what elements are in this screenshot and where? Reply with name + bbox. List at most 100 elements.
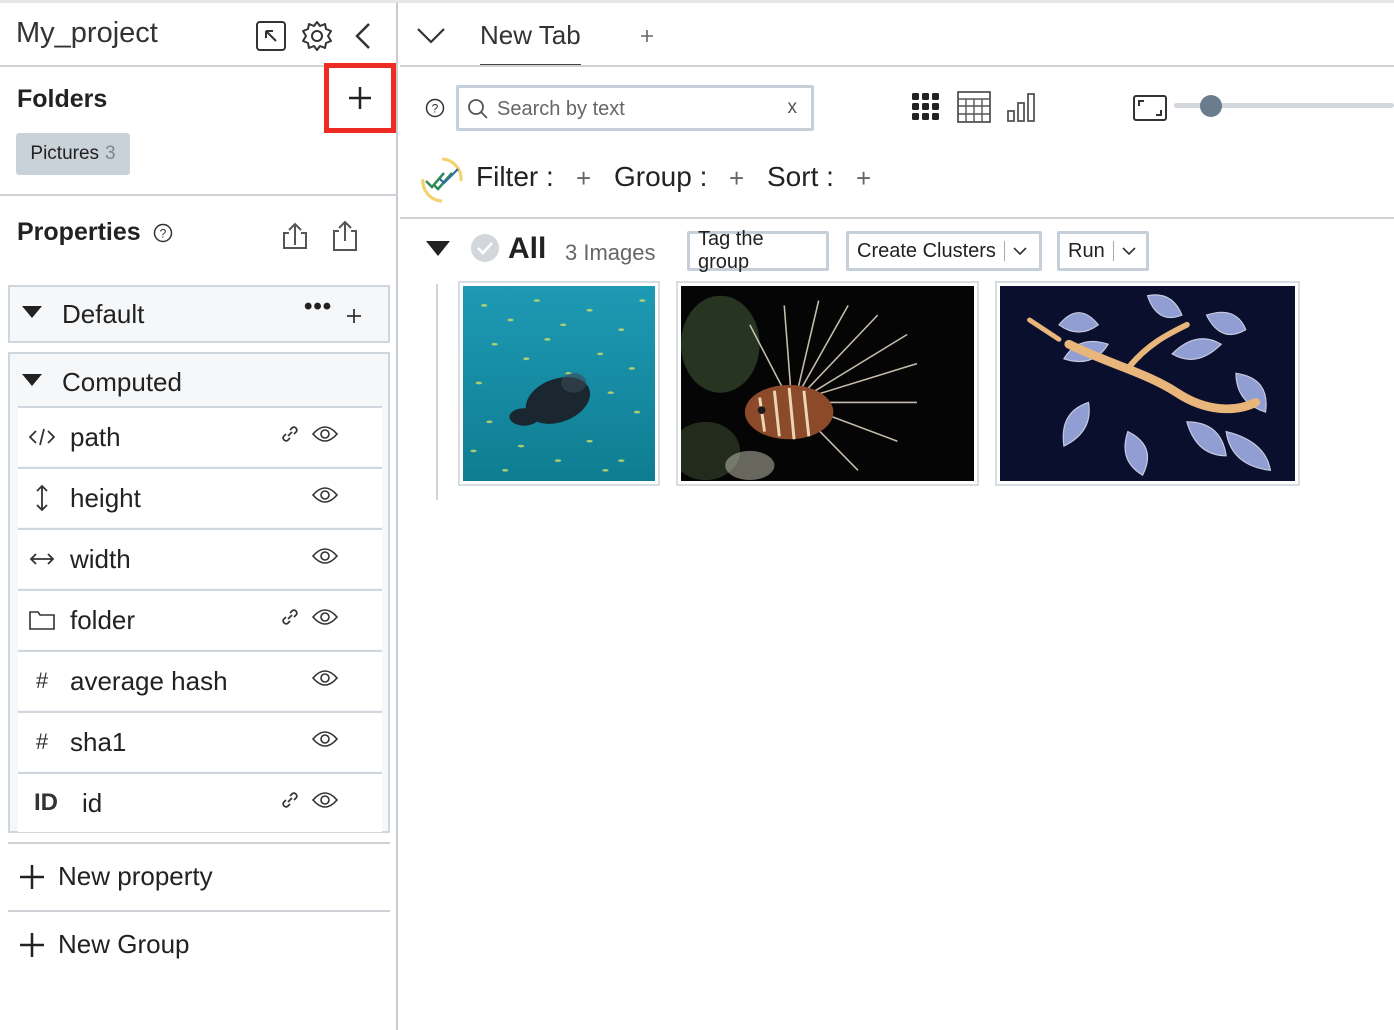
divider (400, 65, 1394, 67)
link-icon[interactable] (280, 607, 300, 632)
folder-chip-count: 3 (105, 143, 116, 164)
clear-search-button[interactable]: x (788, 97, 798, 119)
property-label: width (70, 544, 131, 574)
new-group-label: New Group (58, 929, 190, 959)
property-row-sha1[interactable]: # sha1 (18, 711, 382, 771)
folder-icon (28, 606, 56, 634)
chevron-down-icon[interactable] (1013, 246, 1027, 256)
property-group-computed[interactable]: Computed path height width folder # aver… (8, 352, 390, 833)
group-title: All (508, 232, 547, 265)
tab-new-tab[interactable]: New Tab (480, 20, 581, 51)
filter-refresh-icon[interactable] (420, 155, 464, 205)
project-title: My_project (16, 17, 158, 49)
fullscreen-icon[interactable] (1133, 95, 1167, 121)
add-group-icon[interactable]: + (729, 163, 744, 194)
property-label: average hash (70, 666, 228, 696)
group-label: Default (62, 299, 145, 329)
export-icon[interactable] (330, 219, 360, 253)
more-options-icon[interactable]: ••• (304, 293, 332, 321)
divider (400, 217, 1394, 219)
property-row-path[interactable]: path (18, 406, 382, 466)
properties-title: Properties (17, 218, 141, 246)
group-guide-line (436, 284, 438, 500)
tag-group-button[interactable]: Tag the group (687, 228, 829, 273)
sidebar: My_project Folders Pictures 3 Properties… (0, 3, 398, 1030)
collapse-sidebar-icon[interactable] (352, 20, 374, 52)
image-thumbnail-1[interactable] (458, 281, 660, 486)
eye-icon[interactable] (311, 791, 339, 814)
new-property-button[interactable]: New property (18, 861, 213, 892)
folder-chip-label: Pictures (30, 143, 100, 164)
grid-view-icon[interactable] (911, 92, 941, 122)
property-row-id[interactable]: ID id (18, 772, 382, 832)
eye-icon[interactable] (311, 669, 339, 692)
open-external-icon[interactable] (255, 20, 287, 52)
link-icon[interactable] (280, 790, 300, 815)
help-icon[interactable]: ? (425, 98, 445, 118)
link-icon[interactable] (280, 424, 300, 449)
property-row-height[interactable]: height (18, 467, 382, 527)
eye-icon[interactable] (311, 547, 339, 570)
create-clusters-button[interactable]: Create Clusters (846, 231, 1042, 271)
plus-icon (20, 864, 44, 889)
plus-icon (20, 932, 44, 957)
group-label[interactable]: Group : (614, 161, 707, 193)
table-view-icon[interactable] (957, 91, 991, 123)
eye-icon[interactable] (311, 730, 339, 753)
chevron-down-icon[interactable] (416, 27, 446, 45)
vertical-arrows-icon (28, 484, 56, 512)
image-thumbnail-3[interactable] (995, 281, 1300, 486)
eye-icon[interactable] (311, 608, 339, 631)
image-thumbnail-2[interactable] (671, 281, 979, 486)
divider (0, 194, 398, 196)
lionfish-thumbnail (671, 286, 974, 481)
add-tab-icon[interactable] (640, 29, 654, 43)
eye-icon[interactable] (311, 425, 339, 448)
property-row-width[interactable]: width (18, 528, 382, 588)
chart-view-icon[interactable] (1007, 91, 1037, 123)
property-row-folder[interactable]: folder (18, 589, 382, 649)
plus-icon[interactable] (346, 308, 362, 324)
triangle-down-icon[interactable] (22, 306, 42, 320)
property-row-average-hash[interactable]: # average hash (18, 650, 382, 710)
filter-label[interactable]: Filter : (476, 161, 554, 193)
select-all-check-icon[interactable] (470, 233, 500, 263)
add-sort-icon[interactable]: + (856, 163, 871, 194)
add-filter-icon[interactable]: + (576, 163, 591, 194)
new-group-button[interactable]: New Group (18, 929, 190, 960)
run-label: Run (1068, 239, 1105, 262)
property-label: folder (70, 605, 136, 635)
zoom-slider-handle[interactable] (1200, 95, 1223, 117)
property-group-default[interactable]: Default ••• (8, 285, 390, 343)
button-separator (1003, 241, 1005, 261)
image-count: 3 Images (565, 240, 656, 265)
hash-icon: # (35, 729, 49, 754)
sort-label[interactable]: Sort : (767, 161, 834, 193)
triangle-down-icon[interactable] (22, 374, 42, 388)
run-button[interactable]: Run (1057, 231, 1149, 271)
add-folder-button[interactable] (324, 63, 396, 133)
folders-title: Folders (17, 85, 108, 113)
chevron-down-icon[interactable] (1122, 246, 1136, 256)
import-icon[interactable] (280, 219, 310, 251)
help-icon[interactable]: ? (153, 223, 173, 243)
tag-group-label: Tag the group (698, 228, 764, 273)
triangle-down-icon[interactable] (426, 241, 450, 257)
svg-text:?: ? (432, 102, 439, 116)
fish-school-thumbnail (463, 286, 655, 481)
search-box[interactable]: x (456, 85, 814, 131)
property-label: path (70, 422, 121, 452)
gear-icon[interactable] (301, 20, 333, 52)
search-input[interactable] (495, 94, 779, 124)
search-icon (468, 99, 488, 119)
group-label: Computed (62, 367, 182, 397)
main-panel: New Tab ? x Filter : + Group : + Sort : … (400, 3, 1394, 1030)
svg-text:?: ? (160, 227, 167, 241)
eye-icon[interactable] (311, 486, 339, 509)
hash-icon: # (35, 668, 49, 693)
property-label: height (70, 483, 141, 513)
create-clusters-label: Create Clusters (857, 239, 996, 262)
divider (8, 842, 390, 844)
folder-chip-pictures[interactable]: Pictures 3 (16, 133, 130, 175)
new-property-label: New property (58, 861, 213, 891)
